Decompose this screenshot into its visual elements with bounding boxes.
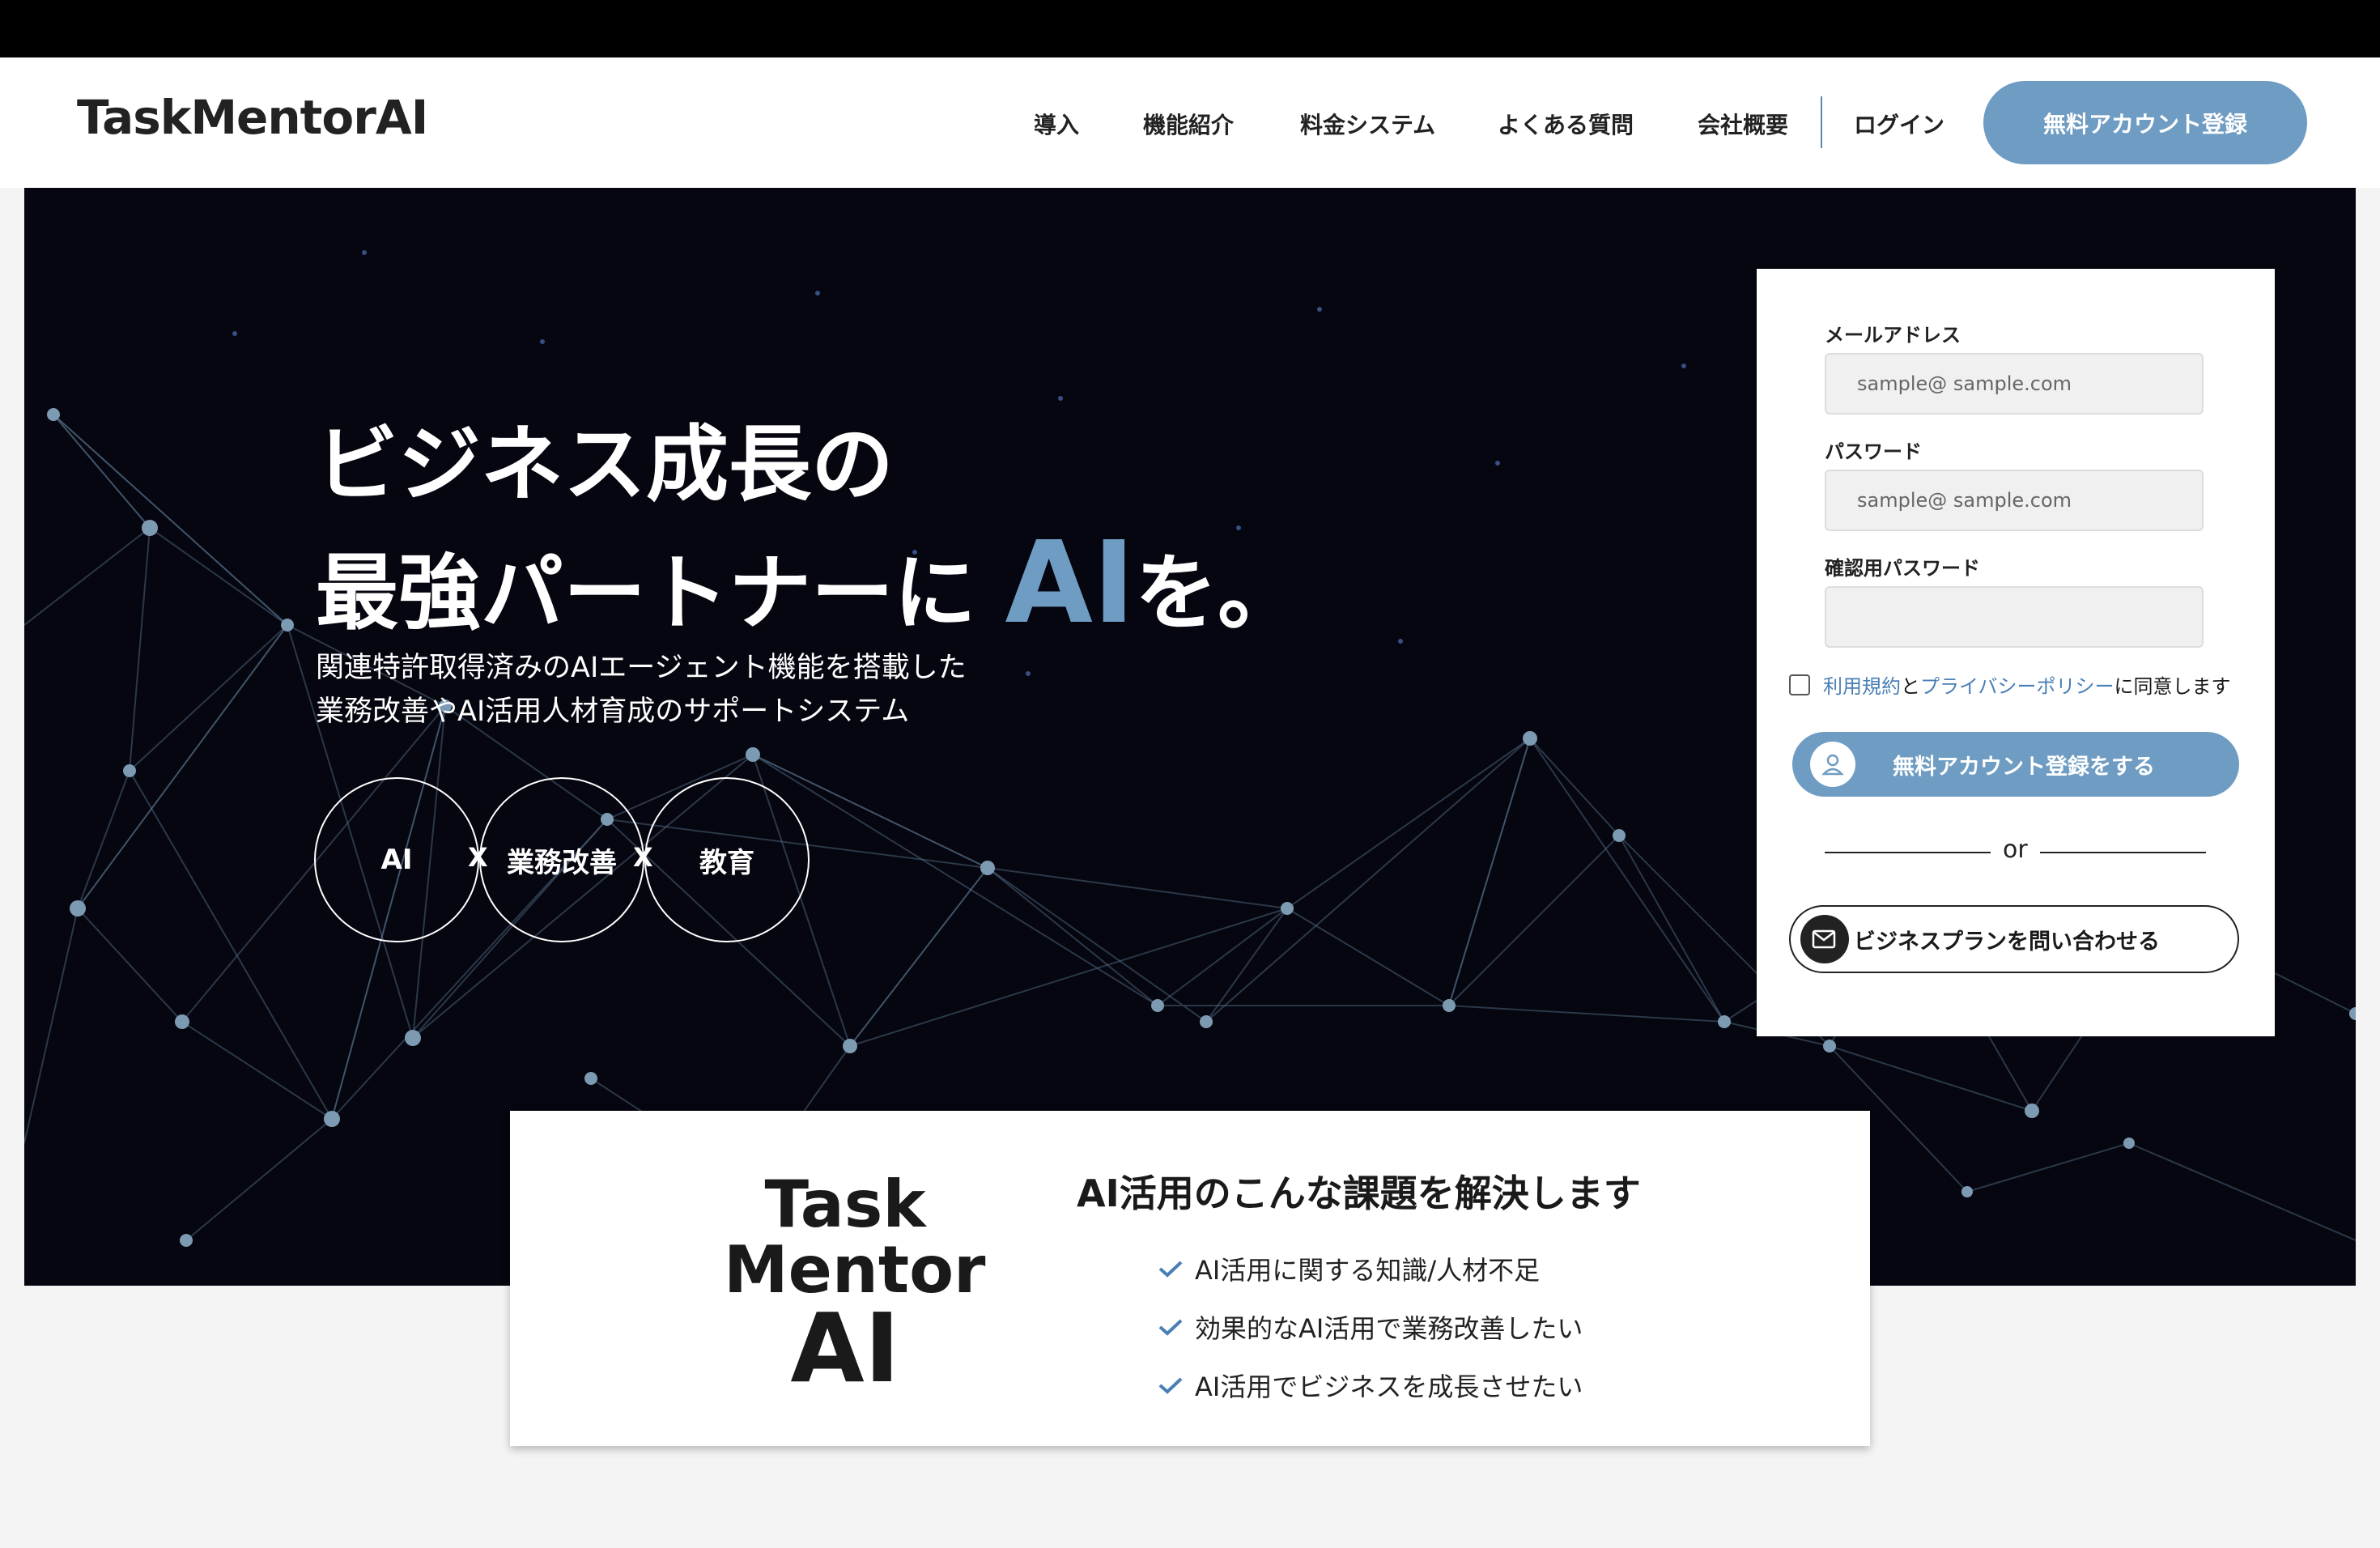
nav-item-introduction[interactable]: 導入 (1034, 108, 1079, 140)
login-link[interactable]: ログイン (1854, 108, 1944, 140)
contact-business-plan-button[interactable]: ビジネスプランを問い合わせる (1789, 905, 2239, 973)
mail-icon (1800, 915, 1849, 963)
hero-headline-line2: 最強パートナーに AIを。 (316, 525, 1300, 653)
check-icon (1158, 1319, 1183, 1336)
register-account-label: 無料アカウント登録をする (1893, 754, 2155, 780)
signup-form: メールアドレス パスワード 確認用パスワード 利用規約 と プライバシーポリシー… (1757, 269, 2275, 1036)
keyword-circle-improvement: 業務改善 (479, 777, 644, 942)
hero-headline-suffix: を。 (1134, 546, 1300, 642)
confirm-password-field[interactable] (1825, 586, 2204, 648)
nav-item-company[interactable]: 会社概要 (1698, 108, 1788, 140)
hero-subtitle-line2: 業務改善やAI活用人材育成のサポートシステム (316, 695, 910, 728)
hero-headline-line1: ビジネス成長の (316, 417, 894, 513)
password-label: パスワード (1825, 440, 1922, 463)
challenge-item-label: AI活用でビジネスを成長させたい (1195, 1372, 1583, 1402)
hero-headline: ビジネス成長の 最強パートナーに AIを。 (316, 406, 1300, 653)
terms-link[interactable]: 利用規約 (1823, 670, 1901, 699)
check-icon (1158, 1261, 1183, 1278)
card-logo: Task Mentor AI (724, 1167, 985, 1404)
hero-subtitle-line1: 関連特許取得済みのAIエージェント機能を搭載した (316, 652, 967, 684)
nav-item-features[interactable]: 機能紹介 (1143, 108, 1234, 140)
card-logo-task: Task (764, 1167, 926, 1242)
challenge-item: AI活用でビジネスを成長させたい (1158, 1367, 1583, 1404)
hero-headline-prefix: 最強パートナーに (316, 546, 976, 642)
agree-suffix-text: に同意します (2114, 675, 2231, 698)
challenges-card: Task Mentor AI AI活用のこんな課題を解決します AI活用に関する… (510, 1111, 1870, 1446)
nav-item-faq[interactable]: よくある質問 (1498, 108, 1634, 140)
hero-subtitle: 関連特許取得済みのAIエージェント機能を搭載した 業務改善やAI活用人材育成のサ… (316, 646, 967, 734)
privacy-link[interactable]: プライバシーポリシー (1920, 670, 2114, 699)
or-divider-left (1825, 852, 1991, 853)
browser-top-bar (0, 0, 2380, 57)
agree-and-text: と (1901, 675, 1920, 698)
register-account-button[interactable]: 無料アカウント登録をする (1792, 732, 2239, 797)
nav-divider (1821, 96, 1822, 148)
challenge-item: 効果的なAI活用で業務改善したい (1158, 1308, 1583, 1346)
card-logo-ai: AI (790, 1292, 900, 1404)
keyword-circle-education: 教育 (644, 777, 810, 942)
hero-headline-ai: AI (1005, 517, 1135, 649)
free-signup-button[interactable]: 無料アカウント登録 (1983, 81, 2307, 164)
or-divider-right (2040, 852, 2206, 853)
challenge-item-label: AI活用に関する知識/人材不足 (1195, 1255, 1541, 1286)
email-field[interactable] (1825, 353, 2204, 415)
site-logo[interactable]: TaskMentorAI (77, 90, 428, 145)
challenge-item-label: 効果的なAI活用で業務改善したい (1195, 1313, 1583, 1344)
confirm-password-label: 確認用パスワード (1825, 557, 1980, 580)
or-text: or (2003, 836, 2028, 864)
email-label: メールアドレス (1825, 324, 1961, 347)
agree-row: 利用規約 と プライバシーポリシー に同意します (1789, 670, 2231, 699)
check-icon (1158, 1377, 1183, 1394)
contact-business-plan-label: ビジネスプランを問い合わせる (1854, 929, 2160, 955)
agree-checkbox[interactable] (1789, 674, 1810, 695)
nav-item-pricing[interactable]: 料金システム (1300, 108, 1435, 140)
challenge-item: AI活用に関する知識/人材不足 (1158, 1250, 1540, 1287)
keyword-circle-ai: AI (314, 777, 479, 942)
site-header: TaskMentorAI 導入 機能紹介 料金システム よくある質問 会社概要 … (0, 57, 2380, 188)
card-title: AI活用のこんな課題を解決します (1077, 1172, 1641, 1215)
user-icon (1810, 742, 1855, 787)
password-field[interactable] (1825, 470, 2204, 531)
